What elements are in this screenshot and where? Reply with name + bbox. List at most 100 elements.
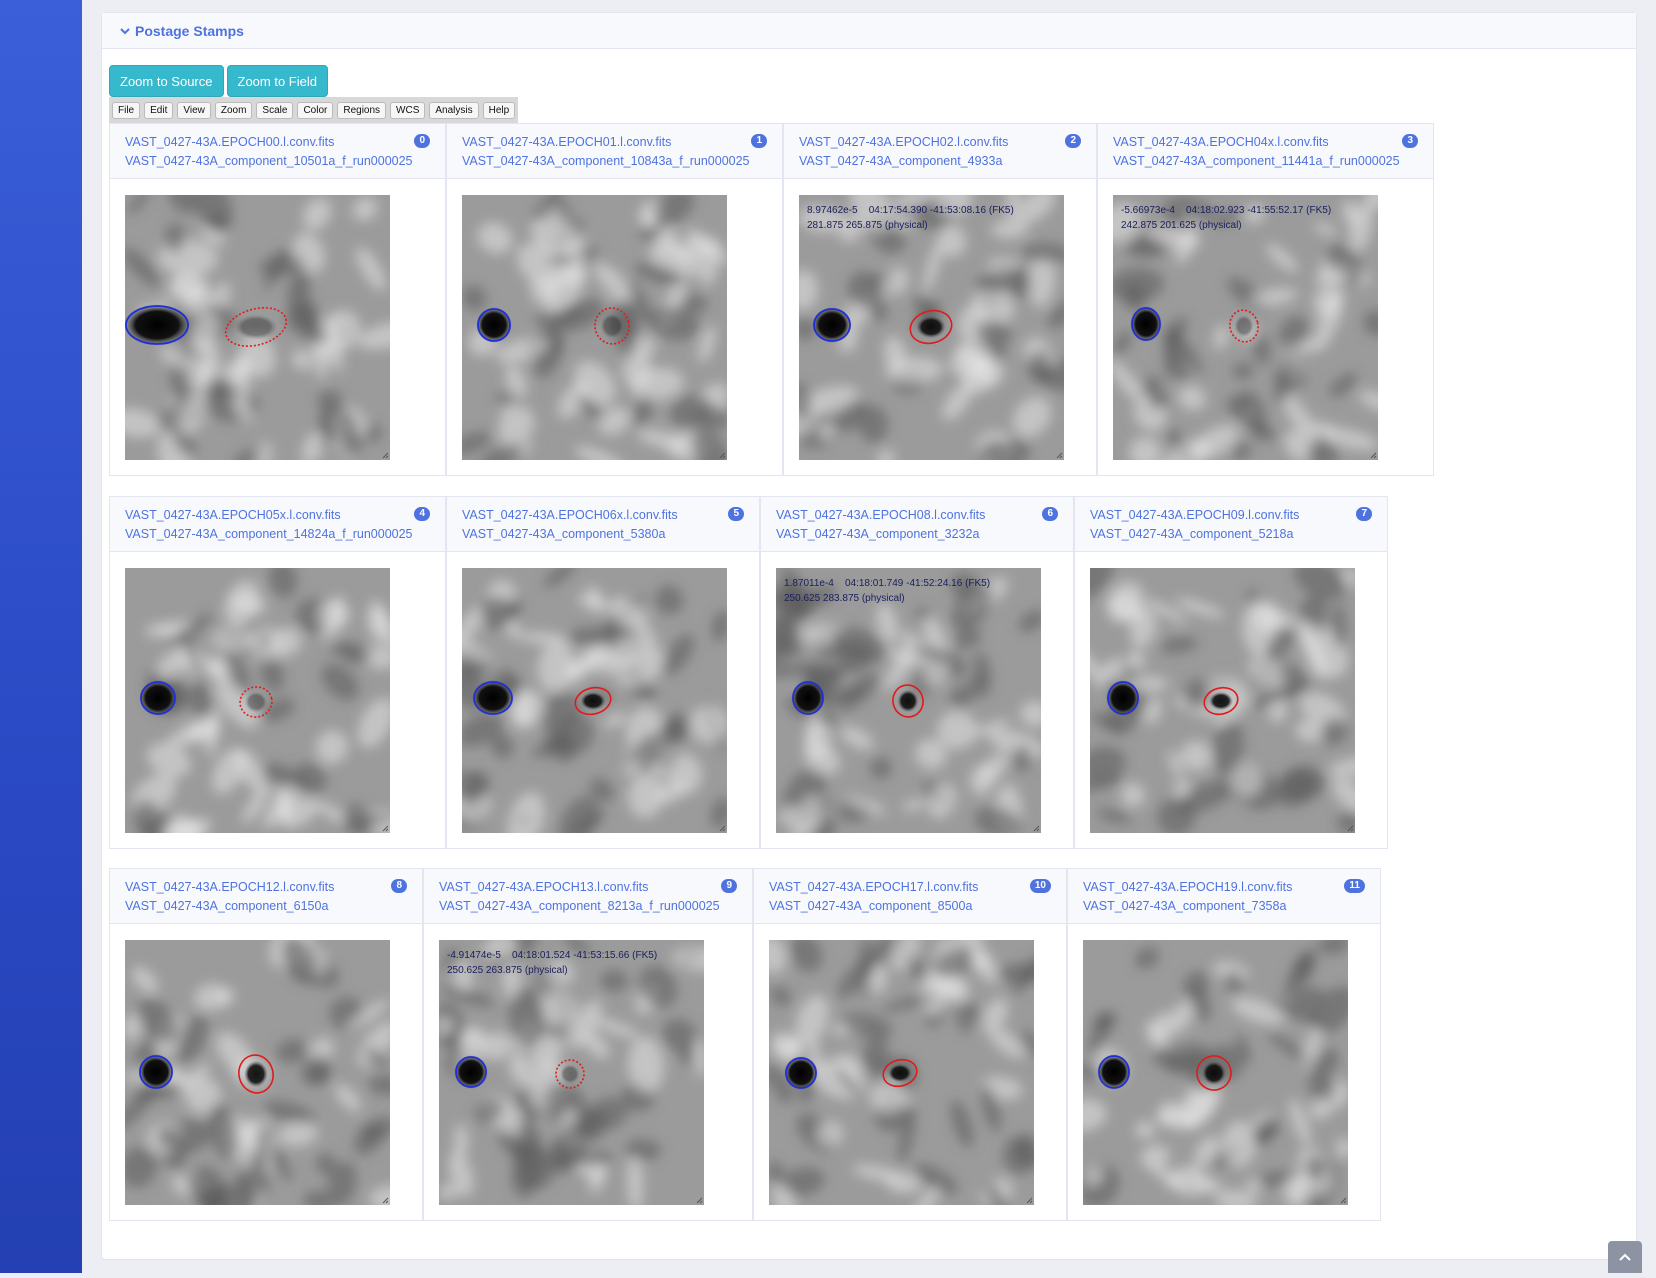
stamp-filename[interactable]: VAST_0427-43A.EPOCH02.l.conv.fits	[799, 133, 1081, 152]
stamp-panel: VAST_0427-43A.EPOCH12.l.conv.fits VAST_0…	[109, 868, 423, 1221]
stamp-panel: VAST_0427-43A.EPOCH04x.l.conv.fits VAST_…	[1097, 123, 1434, 476]
resize-grip-icon[interactable]	[1033, 825, 1040, 832]
menu-view[interactable]: View	[177, 101, 211, 119]
stamp-component[interactable]: VAST_0427-43A_component_5380a	[462, 525, 744, 544]
menu-color[interactable]: Color	[297, 101, 334, 119]
resize-grip-icon[interactable]	[719, 452, 726, 459]
stamp-image[interactable]: -5.66973e-4 04:18:02.923 -41:55:52.17 (F…	[1113, 195, 1378, 460]
stamp-image[interactable]	[769, 940, 1034, 1205]
chevron-up-icon	[1619, 1253, 1631, 1261]
stamp-image[interactable]	[125, 568, 390, 833]
resize-grip-icon[interactable]	[1370, 452, 1377, 459]
stamp-image-canvas[interactable]	[462, 568, 727, 833]
stamp-filename[interactable]: VAST_0427-43A.EPOCH08.l.conv.fits	[776, 506, 1058, 525]
resize-grip-icon[interactable]	[696, 1197, 703, 1204]
stamp-index-badge: 10	[1029, 879, 1051, 893]
stamp-filename[interactable]: VAST_0427-43A.EPOCH13.l.conv.fits	[439, 878, 737, 897]
stamp-image-canvas[interactable]	[1083, 940, 1348, 1205]
resize-grip-icon[interactable]	[382, 452, 389, 459]
stamp-filename[interactable]: VAST_0427-43A.EPOCH19.l.conv.fits	[1083, 878, 1365, 897]
stamp-filename[interactable]: VAST_0427-43A.EPOCH06x.l.conv.fits	[462, 506, 744, 525]
stamp-image-canvas[interactable]	[125, 940, 390, 1205]
stamp-image[interactable]	[1083, 940, 1348, 1205]
stamp-component[interactable]: VAST_0427-43A_component_8213a_f_run00002…	[439, 897, 737, 916]
stamp-component[interactable]: VAST_0427-43A_component_8500a	[769, 897, 1051, 916]
resize-grip-icon[interactable]	[1056, 452, 1063, 459]
menu-edit[interactable]: Edit	[144, 101, 174, 119]
stamp-image[interactable]: 1.87011e-4 04:18:01.749 -41:52:24.16 (FK…	[776, 568, 1041, 833]
stamp-component[interactable]: VAST_0427-43A_component_14824a_f_run0000…	[125, 525, 430, 544]
zoom-to-source-button[interactable]: Zoom to Source	[109, 65, 224, 97]
menu-regions[interactable]: Regions	[337, 101, 387, 119]
stamp-header: VAST_0427-43A.EPOCH04x.l.conv.fits VAST_…	[1098, 124, 1433, 179]
stamp-filename[interactable]: VAST_0427-43A.EPOCH04x.l.conv.fits	[1113, 133, 1418, 152]
menu-file[interactable]: File	[112, 101, 141, 119]
stamp-filename[interactable]: VAST_0427-43A.EPOCH09.l.conv.fits	[1090, 506, 1372, 525]
card-header[interactable]: Postage Stamps	[102, 13, 1636, 49]
pixel-coordinate-readout: 8.97462e-5 04:17:54.390 -41:53:08.16 (FK…	[807, 205, 1025, 231]
stamp-component[interactable]: VAST_0427-43A_component_6150a	[125, 897, 407, 916]
menu-analysis[interactable]: Analysis	[429, 101, 479, 119]
scroll-to-top-button[interactable]	[1608, 1241, 1642, 1273]
resize-grip-icon[interactable]	[1340, 1197, 1347, 1204]
stamp-component[interactable]: VAST_0427-43A_component_4933a	[799, 152, 1081, 171]
stamp-index-badge: 11	[1344, 879, 1365, 893]
resize-grip-icon[interactable]	[382, 825, 389, 832]
stamp-image-canvas[interactable]	[439, 940, 704, 1205]
menu-zoom[interactable]: Zoom	[214, 101, 253, 119]
stamp-filename[interactable]: VAST_0427-43A.EPOCH00.l.conv.fits	[125, 133, 430, 152]
menu-help[interactable]: Help	[482, 101, 516, 119]
stamp-index-badge: 0	[414, 134, 430, 148]
stamp-image-canvas[interactable]	[125, 568, 390, 833]
stamp-index-badge: 8	[391, 879, 407, 893]
stamp-header: VAST_0427-43A.EPOCH08.l.conv.fits VAST_0…	[761, 497, 1073, 552]
stamp-index-badge: 1	[751, 134, 767, 148]
stamp-row-3: VAST_0427-43A.EPOCH12.l.conv.fits VAST_0…	[109, 868, 1381, 1221]
stamp-header: VAST_0427-43A.EPOCH00.l.conv.fits VAST_0…	[110, 124, 445, 179]
stamp-index-badge: 6	[1042, 507, 1058, 521]
stamp-header: VAST_0427-43A.EPOCH05x.l.conv.fits VAST_…	[110, 497, 445, 552]
resize-grip-icon[interactable]	[719, 825, 726, 832]
stamp-image[interactable]	[125, 195, 390, 460]
stamp-component[interactable]: VAST_0427-43A_component_7358a	[1083, 897, 1365, 916]
stamp-panel: VAST_0427-43A.EPOCH00.l.conv.fits VAST_0…	[109, 123, 446, 476]
stamp-image-canvas[interactable]	[776, 568, 1041, 833]
stamp-header: VAST_0427-43A.EPOCH13.l.conv.fits VAST_0…	[424, 869, 752, 924]
stamp-filename[interactable]: VAST_0427-43A.EPOCH05x.l.conv.fits	[125, 506, 430, 525]
stamp-image[interactable]	[462, 568, 727, 833]
stamp-image[interactable]	[462, 195, 727, 460]
stamp-filename[interactable]: VAST_0427-43A.EPOCH17.l.conv.fits	[769, 878, 1051, 897]
js9-menubar: File Edit View Zoom Scale Color Regions …	[109, 97, 519, 123]
stamp-image-canvas[interactable]	[1113, 195, 1378, 460]
stamp-index-badge: 5	[728, 507, 744, 521]
menu-wcs[interactable]: WCS	[390, 101, 426, 119]
chevron-down-icon	[120, 27, 130, 34]
stamp-component[interactable]: VAST_0427-43A_component_11441a_f_run0000…	[1113, 152, 1418, 171]
stamp-index-badge: 7	[1356, 507, 1372, 521]
stamp-image[interactable]	[1090, 568, 1355, 833]
stamp-filename[interactable]: VAST_0427-43A.EPOCH01.l.conv.fits	[462, 133, 767, 152]
stamp-header: VAST_0427-43A.EPOCH01.l.conv.fits VAST_0…	[447, 124, 782, 179]
stamp-image-canvas[interactable]	[769, 940, 1034, 1205]
stamp-image-canvas[interactable]	[1090, 568, 1355, 833]
card-title: Postage Stamps	[135, 22, 244, 39]
stamp-image[interactable]	[125, 940, 390, 1205]
stamp-component[interactable]: VAST_0427-43A_component_10843a_f_run0000…	[462, 152, 767, 171]
stamp-image[interactable]: -4.91474e-5 04:18:01.524 -41:53:15.66 (F…	[439, 940, 704, 1205]
menu-scale[interactable]: Scale	[256, 101, 294, 119]
stamp-component[interactable]: VAST_0427-43A_component_3232a	[776, 525, 1058, 544]
stamp-image-canvas[interactable]	[125, 195, 390, 460]
stamp-header: VAST_0427-43A.EPOCH06x.l.conv.fits VAST_…	[447, 497, 759, 552]
stamp-image[interactable]: 8.97462e-5 04:17:54.390 -41:53:08.16 (FK…	[799, 195, 1064, 460]
stamp-image-canvas[interactable]	[799, 195, 1064, 460]
resize-grip-icon[interactable]	[382, 1197, 389, 1204]
resize-grip-icon[interactable]	[1347, 825, 1354, 832]
resize-grip-icon[interactable]	[1026, 1197, 1033, 1204]
stamp-image-canvas[interactable]	[462, 195, 727, 460]
stamp-index-badge: 9	[721, 879, 737, 893]
stamp-header: VAST_0427-43A.EPOCH09.l.conv.fits VAST_0…	[1075, 497, 1387, 552]
stamp-filename[interactable]: VAST_0427-43A.EPOCH12.l.conv.fits	[125, 878, 407, 897]
zoom-to-field-button[interactable]: Zoom to Field	[226, 65, 328, 97]
stamp-component[interactable]: VAST_0427-43A_component_10501a_f_run0000…	[125, 152, 430, 171]
stamp-component[interactable]: VAST_0427-43A_component_5218a	[1090, 525, 1372, 544]
